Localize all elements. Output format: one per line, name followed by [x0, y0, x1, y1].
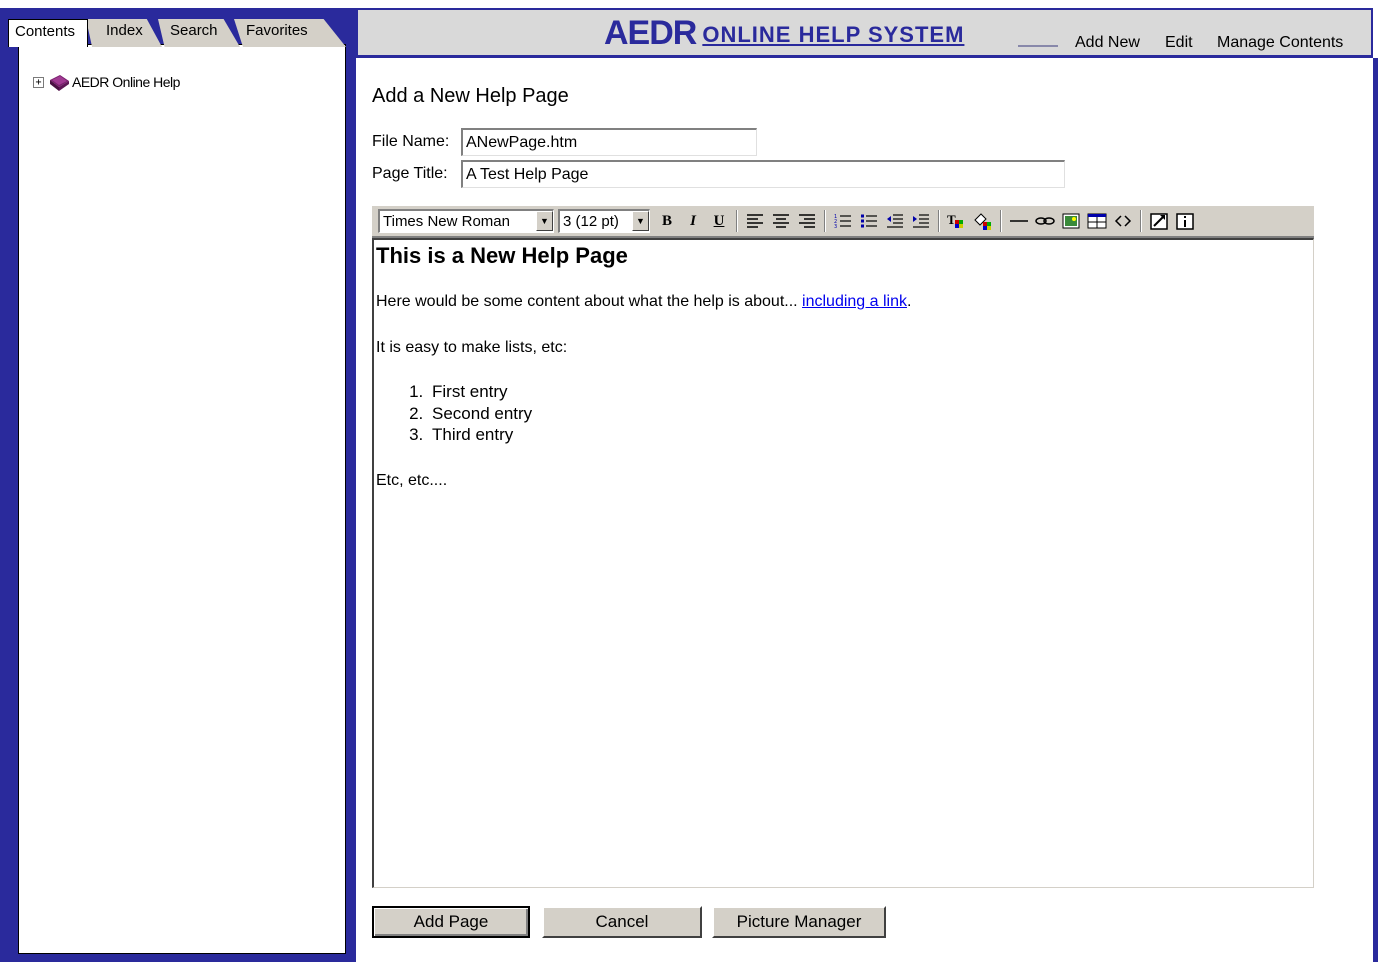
document-heading: This is a New Help Page [376, 243, 628, 268]
document-ordered-list: First entry Second entry Third entry [428, 381, 1311, 446]
main-pane: AEDR ONLINE HELP SYSTEM Add New Edit Man… [356, 0, 1378, 962]
nav-tabstrip: Contents Index Search Favorites [8, 14, 350, 47]
toolbar-separator [938, 210, 940, 232]
page-title: Add a New Help Page [372, 85, 569, 107]
book-icon [48, 74, 69, 91]
list-item: Third entry [428, 424, 1311, 446]
svg-text:T: T [947, 212, 956, 227]
svg-text:3: 3 [834, 224, 837, 229]
cancel-button[interactable]: Cancel [542, 906, 702, 938]
unordered-list-icon[interactable] [856, 209, 882, 233]
app-logo: AEDR ONLINE HELP SYSTEM [604, 14, 964, 52]
tab-index[interactable]: Index [86, 19, 162, 47]
dropdown-arrow-icon[interactable]: ▼ [632, 211, 649, 231]
edit-link[interactable]: Edit [1165, 34, 1193, 52]
outdent-icon[interactable] [882, 209, 908, 233]
bold-button[interactable]: B [654, 209, 680, 233]
toolbar-separator [736, 210, 738, 232]
list-item: First entry [428, 381, 1311, 403]
toolbar-separator [1140, 210, 1142, 232]
manage-contents-link[interactable]: Manage Contents [1217, 34, 1343, 52]
table-icon[interactable] [1084, 209, 1110, 233]
contents-tree: + AEDR Online Help [18, 44, 346, 954]
navigation-pane: Contents Index Search Favorites + AEDR O… [0, 0, 356, 962]
right-frame-border [1373, 58, 1378, 962]
logo-underline-decoration [1018, 45, 1058, 47]
toolbar-separator [1000, 210, 1002, 232]
link-icon[interactable] [1032, 209, 1058, 233]
expand-icon[interactable]: + [33, 76, 44, 88]
left-top-strip [0, 0, 356, 8]
toolbar-separator [824, 210, 826, 232]
add-page-button[interactable]: Add Page [372, 906, 530, 938]
horizontal-rule-icon[interactable] [1006, 209, 1032, 233]
document-paragraph: Here would be some content about what th… [376, 293, 1311, 311]
page-title-label: Page Title: [372, 165, 448, 182]
editor-content-area[interactable]: This is a New Help Page Here would be so… [372, 238, 1314, 888]
list-item: Second entry [428, 403, 1311, 425]
dropdown-arrow-icon[interactable]: ▼ [536, 211, 553, 231]
image-icon[interactable] [1058, 209, 1084, 233]
font-family-value: Times New Roman [383, 213, 510, 230]
logo-subtitle: ONLINE HELP SYSTEM [702, 22, 965, 47]
tree-node-label[interactable]: AEDR Online Help [72, 74, 180, 90]
page-title-input[interactable] [461, 160, 1065, 188]
font-size-select[interactable]: 3 (12 pt) ▼ [558, 209, 650, 233]
tab-contents[interactable]: Contents [8, 19, 88, 47]
paragraph-text: Here would be some content about what th… [376, 293, 803, 310]
font-family-select[interactable]: Times New Roman ▼ [378, 209, 554, 233]
about-icon[interactable] [1172, 209, 1198, 233]
tab-search[interactable]: Search [158, 19, 240, 47]
add-new-link[interactable]: Add New [1075, 34, 1140, 52]
document-paragraph: It is easy to make lists, etc: [376, 339, 568, 356]
tree-node-aedr-online-help[interactable]: + AEDR Online Help [33, 71, 180, 93]
document-link[interactable]: including a link [802, 293, 907, 310]
indent-icon[interactable] [908, 209, 934, 233]
italic-button[interactable]: I [680, 209, 706, 233]
file-name-label: File Name: [372, 133, 450, 150]
file-name-input[interactable] [461, 128, 757, 156]
document-paragraph: Etc, etc.... [376, 471, 448, 489]
underline-button[interactable]: U [706, 209, 732, 233]
logo-aedr: AEDR [604, 14, 697, 52]
app-header: AEDR ONLINE HELP SYSTEM Add New Edit Man… [356, 8, 1373, 58]
font-color-icon[interactable]: T [944, 209, 970, 233]
ordered-list-icon[interactable]: 123 [830, 209, 856, 233]
highlight-color-icon[interactable] [970, 209, 996, 233]
html-source-icon[interactable] [1110, 209, 1136, 233]
popup-edit-icon[interactable] [1146, 209, 1172, 233]
paragraph-end: . [907, 293, 912, 310]
align-left-icon[interactable] [742, 209, 768, 233]
align-right-icon[interactable] [794, 209, 820, 233]
rich-text-editor: Times New Roman ▼ 3 (12 pt) ▼ B I U 123 [372, 206, 1314, 888]
editor-toolbar: Times New Roman ▼ 3 (12 pt) ▼ B I U 123 [372, 206, 1314, 238]
tab-favorites[interactable]: Favorites [234, 19, 346, 47]
picture-manager-button[interactable]: Picture Manager [712, 906, 886, 938]
align-center-icon[interactable] [768, 209, 794, 233]
font-size-value: 3 (12 pt) [563, 213, 619, 230]
